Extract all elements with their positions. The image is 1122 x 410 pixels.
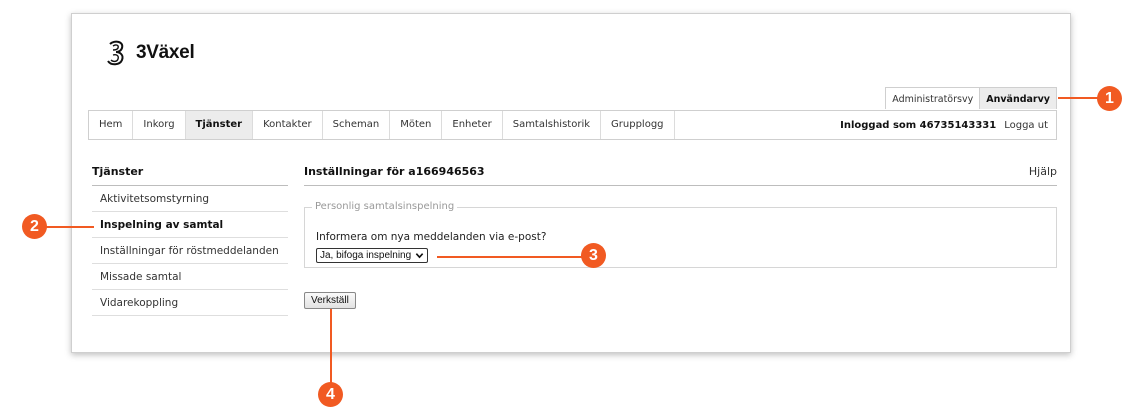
logo: 3Växel [104,40,195,66]
admin-view-tab[interactable]: Administratörsvy [885,87,981,109]
callout-badge-1: 1 [1097,86,1122,111]
sidebar-menu: Aktivitetsomstyrning Inspelning av samta… [92,186,288,316]
user-view-tab[interactable]: Användarvy [980,87,1057,109]
sidebar-item-inspelning[interactable]: Inspelning av samtal [92,212,288,238]
sidebar-item-rostmeddelanden[interactable]: Inställningar för röstmeddelanden [92,238,288,264]
nav-item-scheman[interactable]: Scheman [323,111,391,139]
callout-1-line [1058,97,1098,99]
nav-item-hem[interactable]: Hem [89,111,134,139]
nav-item-grupplogg[interactable]: Grupplogg [601,111,675,139]
content-divider [304,185,1057,186]
three-logo-icon [107,40,124,66]
chevron-down-icon [415,253,424,259]
apply-button[interactable]: Verkställ [304,292,356,309]
sidebar-item-missade-samtal[interactable]: Missade samtal [92,264,288,290]
logout-link[interactable]: Logga ut [1004,120,1048,131]
callout-2-line [46,226,94,228]
nav-item-samtalshistorik[interactable]: Samtalshistorik [503,111,602,139]
nav-item-inkorg[interactable]: Inkorg [133,111,186,139]
help-link[interactable]: Hjälp [1029,165,1057,178]
callout-badge-2: 2 [22,214,47,239]
page-title: Inställningar för a166946563 [304,165,485,178]
callout-4-line [330,309,332,383]
logged-in-label: Inloggad som 46735143331 [840,119,997,131]
sidebar-item-vidarekoppling[interactable]: Vidarekoppling [92,290,288,316]
email-notify-label: Informera om nya meddelanden via e-post? [316,231,547,243]
view-switcher: Administratörsvy Användarvy [885,87,1057,109]
nav-item-moten[interactable]: Möten [390,111,443,139]
brand-name: 3Växel [136,42,195,63]
nav-item-kontakter[interactable]: Kontakter [253,111,323,139]
callout-3-line [437,256,582,258]
select-value: Ja, bifoga inspelning [320,250,412,261]
main-nav: Hem Inkorg Tjänster Kontakter Scheman Mö… [88,110,1057,140]
recording-fieldset: Personlig samtalsinspelning Informera om… [304,201,1057,268]
nav-item-tjanster[interactable]: Tjänster [185,111,254,139]
email-notify-select[interactable]: Ja, bifoga inspelning [316,248,429,263]
nav-item-enheter[interactable]: Enheter [442,111,503,139]
sidebar-item-aktivitetsomstyrning[interactable]: Aktivitetsomstyrning [92,186,288,212]
callout-badge-3: 3 [581,243,606,268]
callout-badge-4: 4 [318,382,343,407]
fieldset-legend: Personlig samtalsinspelning [312,201,458,212]
sidebar-title: Tjänster [92,165,144,178]
user-area: Inloggad som 46735143331 Logga ut [840,111,1056,139]
browser-page: 3Växel Administratörsvy Användarvy Hem I… [71,13,1071,353]
